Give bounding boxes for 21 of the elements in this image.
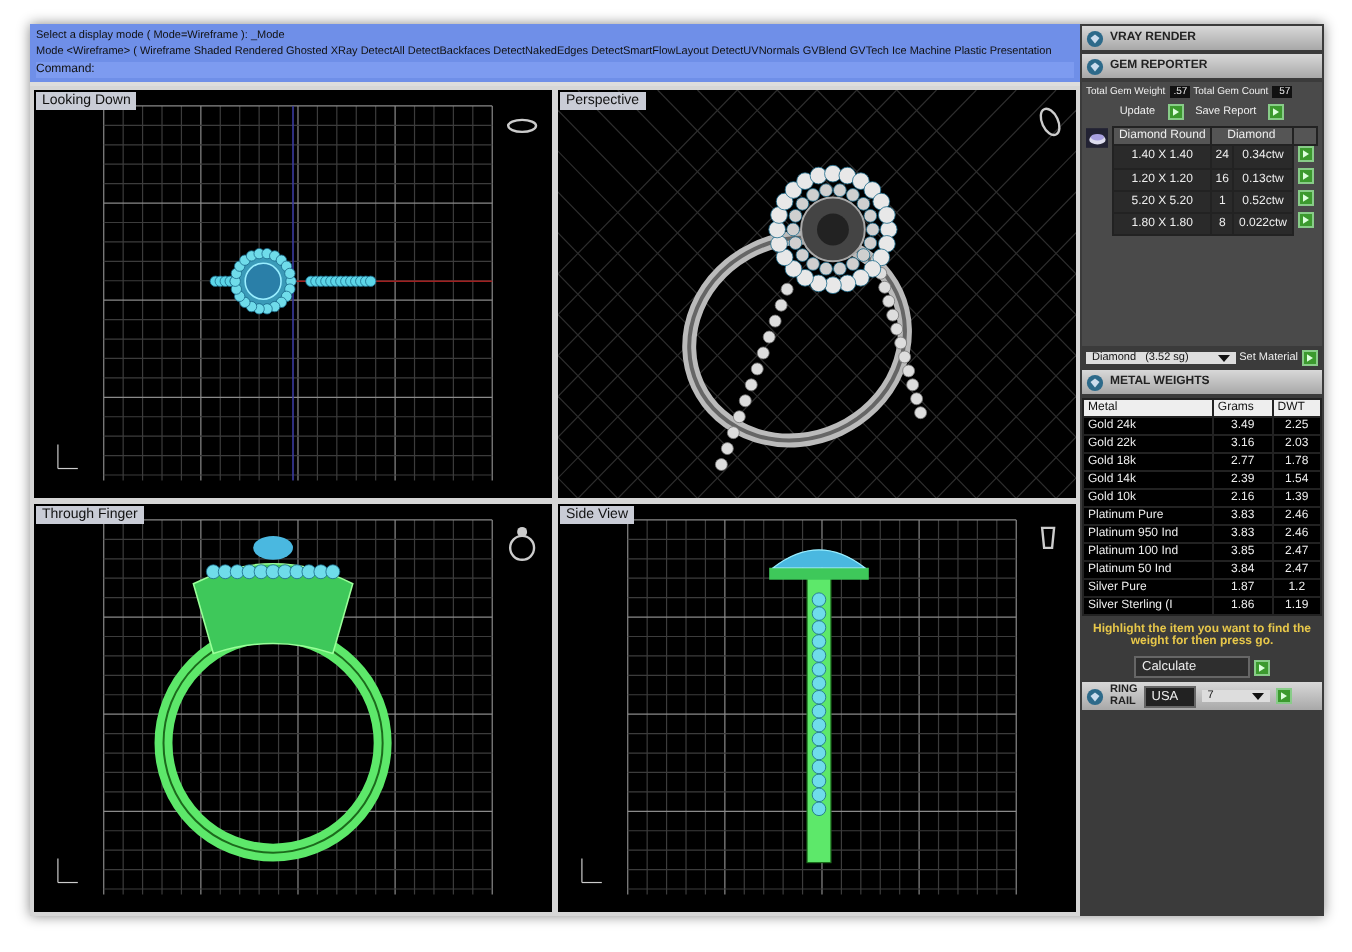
ring-icon[interactable] <box>1040 527 1056 550</box>
axis-icon <box>57 444 79 470</box>
caret-icon <box>1251 690 1264 702</box>
gem-icon <box>1086 373 1104 391</box>
gem-icon <box>1086 57 1104 75</box>
axis-icon <box>581 858 603 884</box>
caret-icon <box>1217 352 1230 364</box>
go-button[interactable] <box>1254 659 1270 675</box>
gem-icon <box>1086 687 1104 705</box>
go-button[interactable] <box>1297 146 1313 162</box>
go-button[interactable] <box>1268 104 1285 120</box>
go-button[interactable] <box>1167 104 1184 120</box>
gem-icon <box>1086 29 1104 47</box>
ring-icon[interactable] <box>506 118 538 134</box>
go-button[interactable] <box>1297 190 1313 206</box>
gem-icon <box>1086 126 1109 150</box>
go-button[interactable] <box>1297 168 1313 184</box>
axis-icon <box>57 858 79 884</box>
ring-icon[interactable] <box>508 527 536 562</box>
ring-icon[interactable] <box>1039 107 1061 137</box>
go-button[interactable] <box>1297 212 1313 228</box>
